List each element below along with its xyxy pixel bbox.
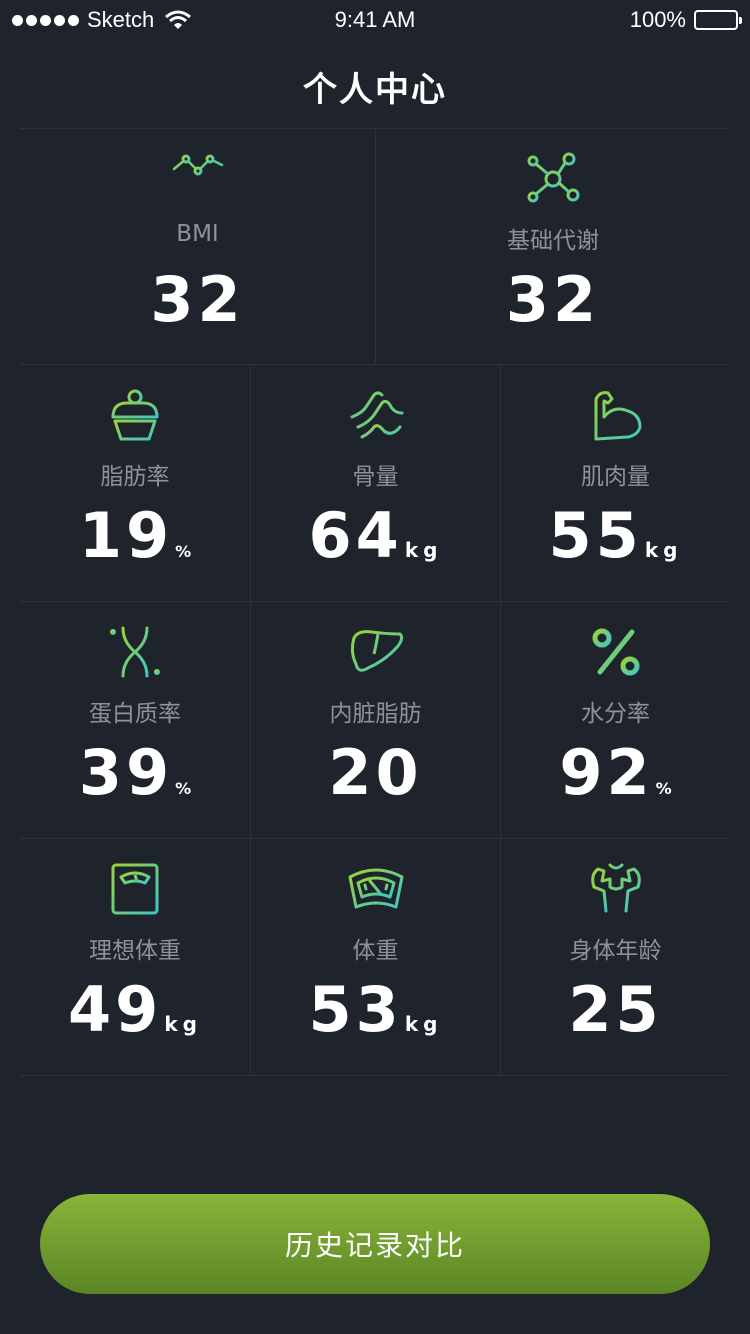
battery-indicator: 100%	[629, 7, 742, 33]
metric-card-bmi[interactable]: BMI 32	[20, 129, 375, 364]
metric-value: 25	[568, 973, 663, 1046]
weight-gauge-icon	[348, 861, 404, 917]
metric-unit: %	[175, 779, 192, 798]
chart-bars-icon	[170, 151, 226, 207]
metric-label: 肌肉量	[581, 464, 650, 490]
percent-icon	[588, 624, 644, 680]
metric-value: 92	[559, 736, 654, 809]
metric-card-muscle-mass[interactable]: 肌肉量 55 kg	[500, 365, 730, 601]
bone-icon	[348, 387, 404, 443]
metric-unit: %	[655, 779, 672, 798]
metric-value: 49	[68, 973, 163, 1046]
metric-label: 理想体重	[89, 938, 181, 964]
metric-value: 32	[150, 263, 245, 336]
battery-percent: 100%	[629, 7, 686, 32]
metric-card-bmr[interactable]: 基础代谢 32	[375, 129, 730, 364]
metrics-grid: BMI 32 基础代谢 32 脂肪率 19 % 骨量 64 kg 肌肉量 55 …	[20, 128, 730, 1076]
battery-icon	[694, 10, 742, 30]
metric-label: 水分率	[581, 701, 650, 727]
metric-card-bone-mass[interactable]: 骨量 64 kg	[250, 365, 500, 601]
metric-unit: kg	[404, 538, 443, 562]
metric-label: 身体年龄	[569, 938, 662, 964]
metric-card-visceral-fat[interactable]: 内脏脂肪 20	[250, 602, 500, 838]
body-icon	[588, 861, 644, 917]
metrics-row: 脂肪率 19% 骨量 64 kg 肌肉量 55 kg	[20, 364, 730, 601]
metric-label: 脂肪率	[100, 464, 170, 490]
scale-icon	[107, 861, 163, 917]
metric-value: 39	[78, 736, 174, 809]
cupcake-icon	[107, 387, 163, 443]
metric-unit: kg	[404, 1012, 443, 1036]
metrics-row: BMI 32 基础代谢 32	[20, 128, 730, 364]
molecule-icon	[525, 151, 581, 207]
metric-value: 20	[328, 736, 423, 809]
metric-value: 32	[505, 263, 601, 336]
metric-label: 蛋白质率	[89, 701, 181, 727]
metric-label: 内脏脂肪	[329, 701, 422, 727]
metric-card-water[interactable]: 水分率 92%	[500, 602, 730, 838]
metric-label: 基础代谢	[507, 228, 599, 254]
metric-value: 53	[308, 973, 403, 1046]
dna-icon	[107, 624, 163, 680]
metric-card-protein[interactable]: 蛋白质率 39%	[20, 602, 250, 838]
metric-value: 55	[548, 499, 643, 572]
metric-card-ideal-weight[interactable]: 理想体重 49 kg	[20, 839, 250, 1075]
metric-label: 骨量	[352, 464, 399, 490]
metric-label: 体重	[352, 938, 399, 964]
metrics-row: 理想体重 49 kg 体重 53 kg 身体年龄 25	[20, 838, 730, 1076]
liver-icon	[348, 624, 404, 680]
metric-value: 64	[308, 499, 403, 572]
metric-card-weight[interactable]: 体重 53 kg	[250, 839, 500, 1075]
metric-value: 19	[78, 499, 174, 572]
status-bar: Sketch 9:41 AM 100%	[0, 0, 750, 40]
metric-unit: %	[175, 542, 192, 561]
metric-unit: kg	[644, 538, 683, 562]
metric-label: BMI	[176, 221, 219, 247]
metrics-row: 蛋白质率 39% 内脏脂肪 20 水分率 92%	[20, 601, 730, 838]
metric-card-body-age[interactable]: 身体年龄 25	[500, 839, 730, 1075]
muscle-icon	[588, 387, 644, 443]
page-title: 个人中心	[303, 70, 447, 110]
metric-unit: kg	[164, 1012, 202, 1036]
history-compare-button[interactable]: 历史记录对比	[40, 1194, 710, 1294]
metric-card-body-fat[interactable]: 脂肪率 19%	[20, 365, 250, 601]
